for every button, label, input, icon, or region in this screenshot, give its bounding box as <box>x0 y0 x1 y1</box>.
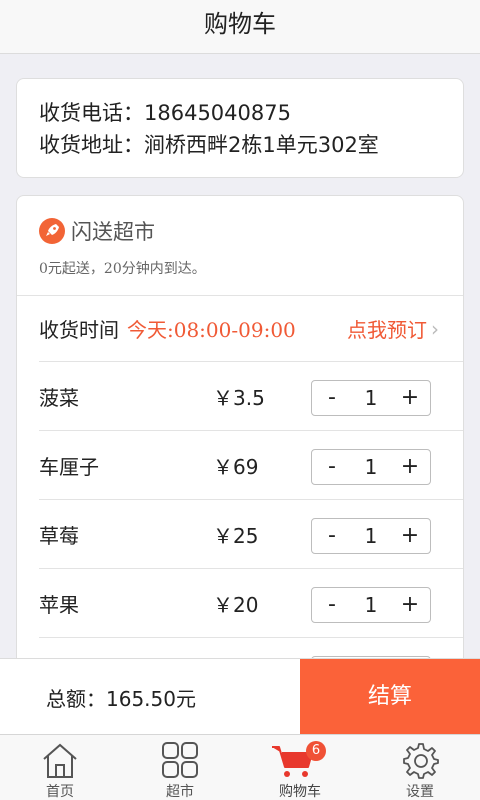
decrement-button[interactable]: - <box>312 519 352 553</box>
tab-settings[interactable]: 设置 <box>360 735 480 800</box>
address-line: 收货地址：涧桥西畔2栋1单元302室 <box>39 133 379 157</box>
cart-count-badge: 6 <box>306 741 326 761</box>
tab-label: 首页 <box>46 784 74 800</box>
book-button[interactable]: 点我预订 › <box>347 314 439 343</box>
delivery-time-label: 收货时间 <box>39 318 119 342</box>
total-amount: 总额：165.50元 <box>46 687 196 711</box>
shop-header: 闪送超市 0元起送，20分钟内到达。 <box>17 196 463 296</box>
cart-item: 菠菜 ￥3.5 - 1 + <box>39 362 463 431</box>
tab-home[interactable]: 首页 <box>0 735 120 800</box>
page-title: 购物车 <box>204 10 276 38</box>
increment-button[interactable]: + <box>390 381 430 415</box>
checkout-bar: 总额：165.50元 结算 <box>0 658 480 735</box>
shop-name: 闪送超市 <box>71 220 155 244</box>
grid-icon <box>161 741 199 783</box>
quantity-value: 1 <box>364 386 378 410</box>
cart-item: 苹果 ￥20 - 1 + <box>39 569 463 638</box>
chevron-right-icon: › <box>431 316 439 341</box>
item-name: 车厘子 <box>39 455 99 479</box>
item-name: 草莓 <box>39 524 79 548</box>
nav-bar: 购物车 <box>0 0 480 54</box>
quantity-value: 1 <box>364 593 378 617</box>
checkout-button[interactable]: 结算 <box>300 659 480 735</box>
increment-button[interactable]: + <box>390 588 430 622</box>
delivery-time-row: 收货时间 今天:08:00-09:00 点我预订 › <box>39 296 463 362</box>
cart-item: 草莓 ￥25 - 1 + <box>39 500 463 569</box>
quantity-value: 1 <box>364 524 378 548</box>
phone-line: 收货电话：18645040875 <box>39 101 291 125</box>
quantity-stepper: - 1 + <box>311 380 431 416</box>
cart-item: 车厘子 ￥69 - 1 + <box>39 431 463 500</box>
tab-bar: 首页 超市 6 购物车 设置 <box>0 734 480 800</box>
rocket-icon <box>39 218 65 244</box>
gear-icon <box>401 741 439 783</box>
item-price: ￥3.5 <box>213 386 265 410</box>
shop-description: 0元起送，20分钟内到达。 <box>39 261 206 277</box>
tab-label: 设置 <box>406 784 434 800</box>
item-name: 苹果 <box>39 593 79 617</box>
decrement-button[interactable]: - <box>312 588 352 622</box>
tab-label: 超市 <box>166 784 194 800</box>
item-price: ￥69 <box>213 455 259 479</box>
increment-button[interactable]: + <box>390 450 430 484</box>
item-price: ￥25 <box>213 524 259 548</box>
address-card[interactable]: 收货电话：18645040875 收货地址：涧桥西畔2栋1单元302室 <box>16 78 464 178</box>
increment-button[interactable]: + <box>390 519 430 553</box>
book-label: 点我预订 <box>347 318 427 342</box>
tab-market[interactable]: 超市 <box>120 735 240 800</box>
quantity-stepper: - 1 + <box>311 518 431 554</box>
tab-label: 购物车 <box>279 784 321 800</box>
quantity-value: 1 <box>364 455 378 479</box>
item-name: 菠菜 <box>39 386 79 410</box>
item-price: ￥20 <box>213 593 259 617</box>
decrement-button[interactable]: - <box>312 381 352 415</box>
tab-cart[interactable]: 6 购物车 <box>240 735 360 800</box>
quantity-stepper: - 1 + <box>311 449 431 485</box>
delivery-time-value: 今天:08:00-09:00 <box>127 318 296 342</box>
decrement-button[interactable]: - <box>312 450 352 484</box>
home-icon <box>40 741 80 783</box>
quantity-stepper: - 1 + <box>311 587 431 623</box>
